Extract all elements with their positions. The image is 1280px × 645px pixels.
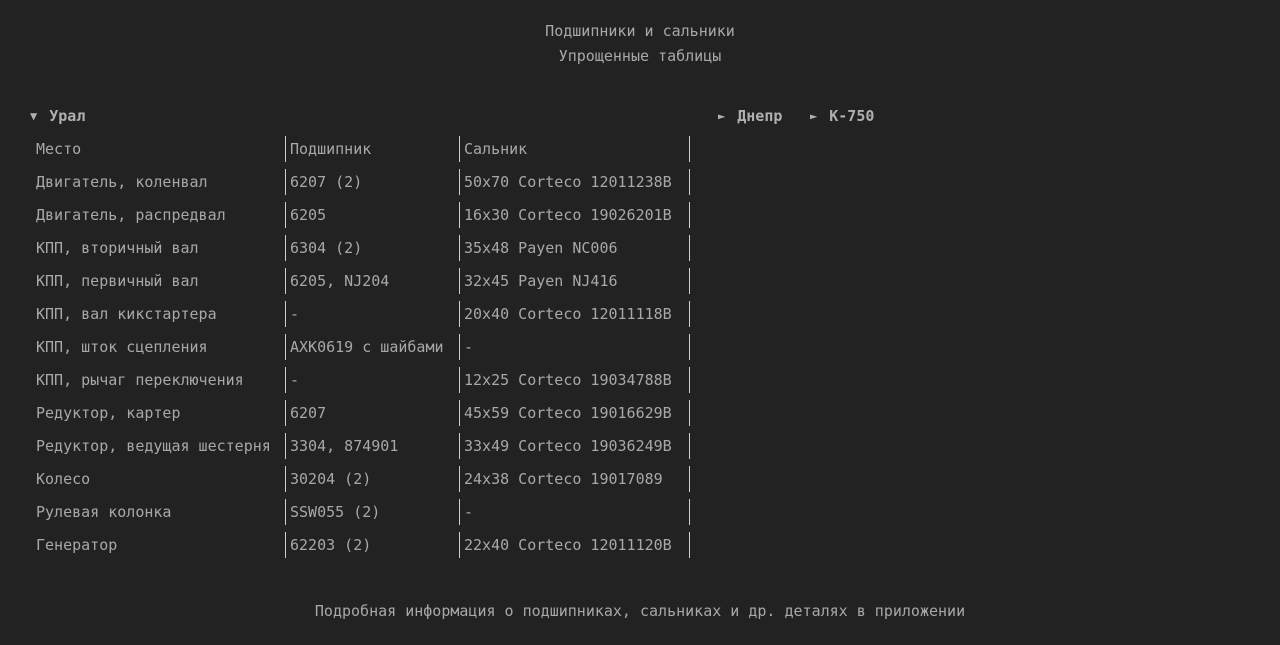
cell-bearing: 6304 (2) (286, 234, 460, 261)
cell-seal: 32x45 Payen NJ416 (460, 267, 690, 294)
table-row: КПП, вторичный вал 6304 (2) 35x48 Payen NC… (32, 231, 690, 264)
cell-place: Редуктор, ведущая шестерня (32, 432, 286, 459)
table-row: Редуктор, ведущая шестерня 3304, 874901 33… (32, 429, 690, 462)
parts-table-body: Место Подшипник Сальник Двигатель, колен… (32, 132, 690, 561)
cell-seal: - (460, 498, 690, 525)
cell-bearing: 6205, NJ204 (286, 267, 460, 294)
cell-place: КПП, вал кикстартера (32, 300, 286, 327)
cell-seal: 50x70 Corteco 12011238B (460, 168, 690, 195)
column-header-bearing: Подшипник (286, 135, 460, 162)
cell-place: КПП, вторичный вал (32, 234, 286, 261)
cell-seal: 22x40 Corteco 12011120B (460, 531, 690, 558)
cell-place: Двигатель, коленвал (32, 168, 286, 195)
cell-bearing: 6207 (286, 399, 460, 426)
section-label-k750: К-750 (829, 107, 875, 125)
cell-bearing: 6205 (286, 201, 460, 228)
footer-note: Подробная информация о подшипниках, саль… (314, 602, 966, 620)
cell-bearing: 30204 (2) (286, 465, 460, 492)
cell-place: КПП, шток сцепления (32, 333, 286, 360)
cell-place: КПП, первичный вал (32, 267, 286, 294)
cell-place: Рулевая колонка (32, 498, 286, 525)
table-row: Генератор 62203 (2) 22x40 Corteco 12011120… (32, 528, 690, 561)
cell-bearing: - (286, 366, 460, 393)
triangle-down-icon: ▼ (30, 109, 38, 123)
table-header-row: Место Подшипник Сальник (32, 132, 690, 165)
cell-seal: 35x48 Payen NC006 (460, 234, 690, 261)
column-header-seal: Сальник (460, 135, 690, 162)
page-title: Подшипники и сальники (545, 22, 735, 40)
page-subtitle: Упрощенные таблицы (558, 47, 722, 65)
cell-place: Редуктор, картер (32, 399, 286, 426)
table-row: КПП, шток сцепления AXK0619 с шайбами - (32, 330, 690, 363)
cell-place: Двигатель, распредвал (32, 201, 286, 228)
cell-bearing: 6207 (2) (286, 168, 460, 195)
cell-seal: 12x25 Corteco 19034788B (460, 366, 690, 393)
table-row: Двигатель, коленвал 6207 (2) 50x70 Corteco… (32, 165, 690, 198)
cell-seal: 33x49 Corteco 19036249B (460, 432, 690, 459)
triangle-right-icon: ► (718, 109, 726, 123)
cell-place: Генератор (32, 531, 286, 558)
cell-seal: 20x40 Corteco 12011118B (460, 300, 690, 327)
cell-bearing: 62203 (2) (286, 531, 460, 558)
table-row: КПП, вал кикстартера -20x40 Corteco 12011… (32, 297, 690, 330)
table-row: Редуктор, картер 6207 45x59 Corteco 190166… (32, 396, 690, 429)
column-header-place: Место (32, 135, 286, 162)
triangle-right-icon: ► (810, 109, 818, 123)
table-row: Двигатель, распредвал 6205 16x30 Corteco 1… (32, 198, 690, 231)
cell-seal: 16x30 Corteco 19026201B (460, 201, 690, 228)
section-toggle-dnepr[interactable]: ► Днепр (718, 107, 782, 125)
cell-bearing: - (286, 300, 460, 327)
cell-seal: 24x38 Corteco 19017089 (460, 465, 690, 492)
section-toggle-ural[interactable]: ▼ Урал (30, 107, 85, 125)
section-label-dnepr: Днепр (737, 107, 783, 125)
parts-table: Место Подшипник Сальник Двигатель, колен… (32, 132, 690, 561)
table-row: Рулевая колонка SSW055 (2) - (32, 495, 690, 528)
table-row: КПП, первичный вал 6205, NJ204 32x45 Payen… (32, 264, 690, 297)
table-row: КПП, рычаг переключения -12x25 Corteco 19… (32, 363, 690, 396)
cell-seal: 45x59 Corteco 19016629B (460, 399, 690, 426)
cell-bearing: SSW055 (2) (286, 498, 460, 525)
cell-seal: - (460, 333, 690, 360)
cell-bearing: 3304, 874901 (286, 432, 460, 459)
cell-bearing: AXK0619 с шайбами (286, 333, 460, 360)
section-toggle-k750[interactable]: ► К-750 (810, 107, 874, 125)
table-row: Колесо 30204 (2) 24x38 Corteco 19017089 (32, 462, 690, 495)
cell-place: КПП, рычаг переключения (32, 366, 286, 393)
cell-place: Колесо (32, 465, 286, 492)
section-label-ural: Урал (49, 107, 86, 125)
